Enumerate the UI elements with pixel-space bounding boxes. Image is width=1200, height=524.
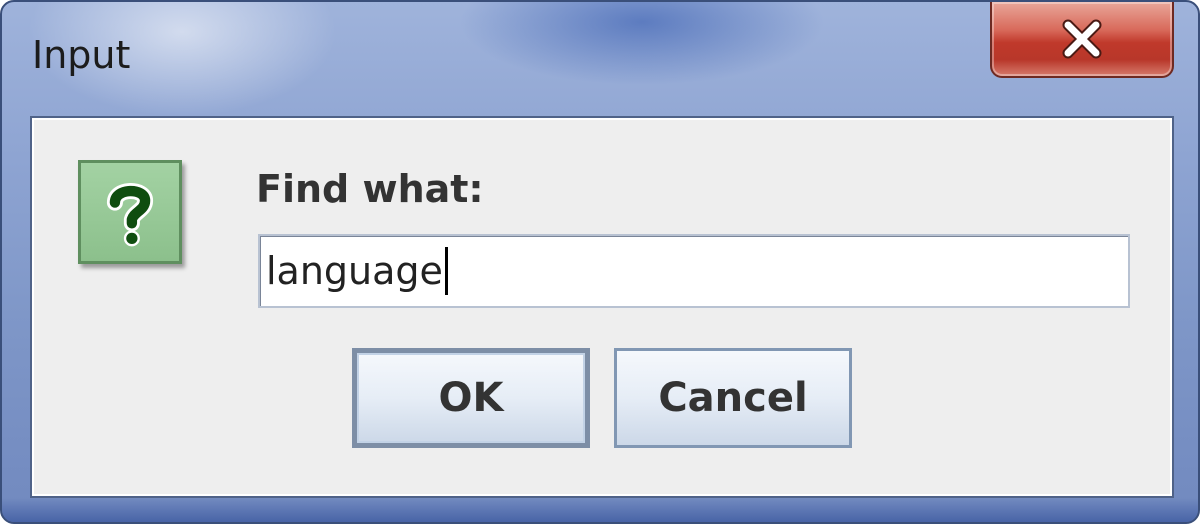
window-title: Input (32, 33, 131, 77)
cancel-button[interactable]: Cancel (614, 348, 852, 448)
close-icon (1062, 19, 1102, 59)
close-button[interactable] (990, 2, 1174, 78)
find-what-label: Find what: (256, 167, 484, 211)
text-cursor (444, 247, 448, 295)
input-dialog-window: Input Find what: language OK Cancel (0, 0, 1200, 524)
ok-button[interactable]: OK (352, 348, 590, 448)
find-what-input-value: language (266, 249, 443, 293)
dialog-content: Find what: language OK Cancel (30, 116, 1174, 498)
find-what-input[interactable]: language (258, 234, 1130, 308)
question-icon (78, 160, 182, 264)
